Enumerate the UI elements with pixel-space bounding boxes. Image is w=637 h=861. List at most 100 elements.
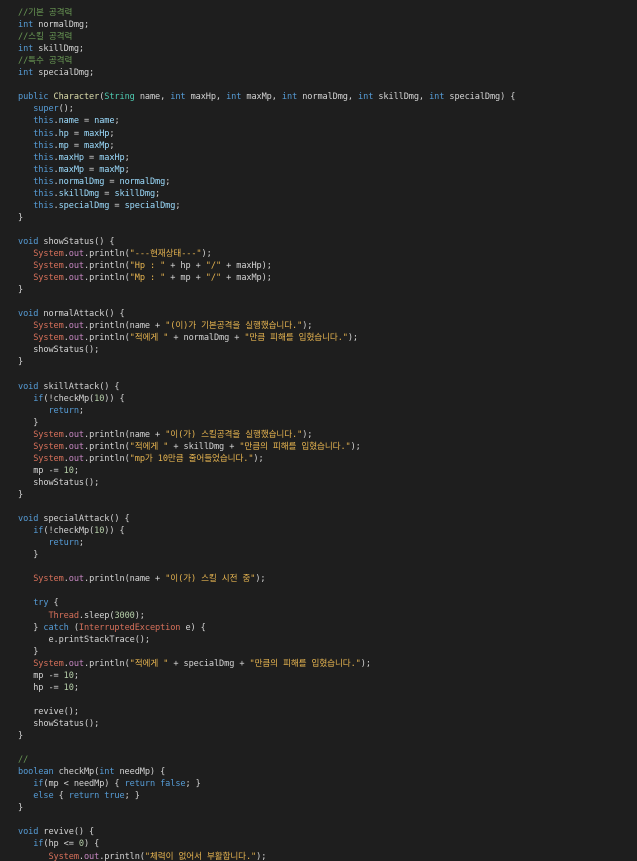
code-line[interactable]: } — [18, 549, 38, 561]
code-line[interactable]: System.out.println("체력이 없어서 부활합니다."); — [18, 851, 266, 861]
code-line[interactable]: this.hp = maxHp; — [18, 128, 114, 140]
code-line[interactable]: } — [18, 284, 23, 296]
code-line[interactable]: System.out.println("Mp : " + mp + "/" + … — [18, 272, 272, 284]
code-token: .println( — [84, 441, 130, 452]
code-line[interactable]: System.out.println(name + "이(가) 스킬 시전 중"… — [18, 573, 265, 585]
code-line[interactable]: //기본 공격력 — [18, 7, 72, 19]
code-line[interactable]: } — [18, 730, 23, 742]
code-token: + mp + — [165, 273, 206, 284]
code-token: void — [18, 236, 44, 247]
code-token: this — [33, 176, 54, 187]
code-line[interactable]: mp -= 10; — [18, 465, 79, 477]
code-token: "만큼의 피해를 입혔습니다." — [239, 441, 351, 452]
code-line[interactable]: if(hp <= 0) { — [18, 838, 99, 850]
code-line[interactable]: e.printStackTrace(); — [18, 634, 150, 646]
code-line[interactable]: void specialAttack() { — [18, 513, 130, 525]
code-line[interactable]: int specialDmg; — [18, 67, 94, 79]
code-line[interactable]: if(!checkMp(10)) { — [18, 525, 124, 537]
code-token: showStatus(); — [18, 718, 100, 729]
code-line[interactable]: System.out.println("mp가 10만큼 줄어들었습니다."); — [18, 453, 264, 465]
code-line[interactable]: revive(); — [18, 706, 79, 718]
code-token: int — [18, 68, 39, 79]
code-token: + specialDmg + — [168, 658, 250, 669]
code-token: this — [33, 188, 54, 199]
code-token: (hp <= — [43, 839, 79, 850]
code-line[interactable]: // — [18, 754, 28, 766]
code-token: .println( — [84, 261, 130, 272]
code-line[interactable]: this.skillDmg = skillDmg; — [18, 188, 160, 200]
code-line[interactable]: this.mp = maxMp; — [18, 140, 114, 152]
code-line[interactable]: } — [18, 489, 23, 501]
code-token: "mp가 10만큼 줄어들었습니다." — [129, 453, 254, 464]
code-token: } — [18, 646, 39, 657]
code-line[interactable]: //스킬 공격력 — [18, 31, 72, 43]
code-line[interactable]: Thread.sleep(3000); — [18, 610, 145, 622]
code-editor[interactable]: //기본 공격력 int normalDmg;//스킬 공격력 int skillD… — [0, 0, 637, 861]
code-token: System — [33, 658, 64, 669]
code-line[interactable]: this.name = name; — [18, 115, 119, 127]
code-line[interactable]: mp -= 10; — [18, 670, 79, 682]
code-line[interactable]: } — [18, 212, 23, 224]
code-token: out — [68, 453, 84, 464]
code-line[interactable]: else { return true; } — [18, 790, 140, 802]
code-line[interactable]: this.maxMp = maxMp; — [18, 164, 130, 176]
code-line[interactable]: this.maxHp = maxHp; — [18, 152, 130, 164]
code-line[interactable]: return; — [18, 405, 84, 417]
code-line[interactable]: void normalAttack() { — [18, 308, 125, 320]
code-line[interactable]: System.out.println(name + "이(가) 스킬공격을 실행… — [18, 429, 312, 441]
code-line[interactable]: } — [18, 417, 38, 429]
code-token: = — [68, 140, 84, 151]
code-line[interactable]: try { — [18, 597, 58, 609]
code-line[interactable]: System.out.println("적에게 " + skillDmg + "… — [18, 441, 361, 453]
code-line[interactable]: System.out.println("적에게 " + specialDmg +… — [18, 658, 371, 670]
code-line[interactable]: } — [18, 802, 23, 814]
code-token: int — [170, 92, 191, 103]
code-line[interactable]: public Character(String name, int maxHp,… — [18, 91, 515, 103]
code-line[interactable]: void revive() { — [18, 826, 94, 838]
code-line[interactable]: if(mp < needMp) { return false; } — [18, 778, 201, 790]
code-token: void — [18, 309, 44, 320]
code-token: ); — [253, 453, 264, 464]
code-line[interactable]: boolean checkMp(int needMp) { — [18, 766, 165, 778]
code-line[interactable]: showStatus(); — [18, 718, 99, 730]
code-line[interactable]: void showStatus() { — [18, 236, 115, 248]
code-line[interactable]: this.normalDmg = normalDmg; — [18, 176, 170, 188]
code-line[interactable]: if(!checkMp(10)) { — [18, 393, 124, 405]
code-line[interactable]: } catch (InterruptedException e) { — [18, 622, 206, 634]
code-token: ; — [73, 670, 79, 681]
code-token: "적에게 " — [129, 658, 169, 669]
code-token: .println( — [84, 658, 130, 669]
code-line[interactable]: //특수 공격력 — [18, 55, 72, 67]
code-token: if — [33, 393, 44, 404]
code-token: int — [358, 92, 379, 103]
code-line[interactable]: System.out.println("Hp : " + hp + "/" + … — [18, 260, 272, 272]
code-line[interactable]: System.out.println("---현재상태---"); — [18, 248, 212, 260]
code-line[interactable]: System.out.println(name + "(이)가 기본공격을 실행… — [18, 320, 312, 332]
code-token: .println( — [84, 249, 130, 259]
code-line[interactable]: showStatus(); — [18, 344, 99, 356]
code-token: (mp < needMp) { — [43, 779, 125, 790]
code-line[interactable]: return; — [18, 537, 84, 549]
code-line[interactable]: void skillAttack() { — [18, 381, 120, 393]
code-line[interactable]: super(); — [18, 103, 74, 115]
code-line[interactable]: showStatus(); — [18, 477, 99, 489]
code-line[interactable]: } — [18, 356, 23, 368]
code-line[interactable]: } — [18, 646, 38, 658]
code-token: specialDmg) { — [449, 92, 516, 103]
code-line[interactable]: System.out.println("적에게 " + normalDmg + … — [18, 332, 358, 344]
code-token: } — [18, 212, 24, 223]
code-token: = — [104, 176, 120, 187]
code-line[interactable]: int skillDmg; — [18, 43, 84, 55]
code-token: } — [18, 803, 24, 814]
code-line[interactable]: hp -= 10; — [18, 682, 79, 694]
code-line[interactable]: int normalDmg; — [18, 19, 89, 31]
code-line[interactable]: this.specialDmg = specialDmg; — [18, 200, 180, 212]
code-token: this — [33, 164, 54, 175]
code-token: (); — [58, 104, 74, 115]
